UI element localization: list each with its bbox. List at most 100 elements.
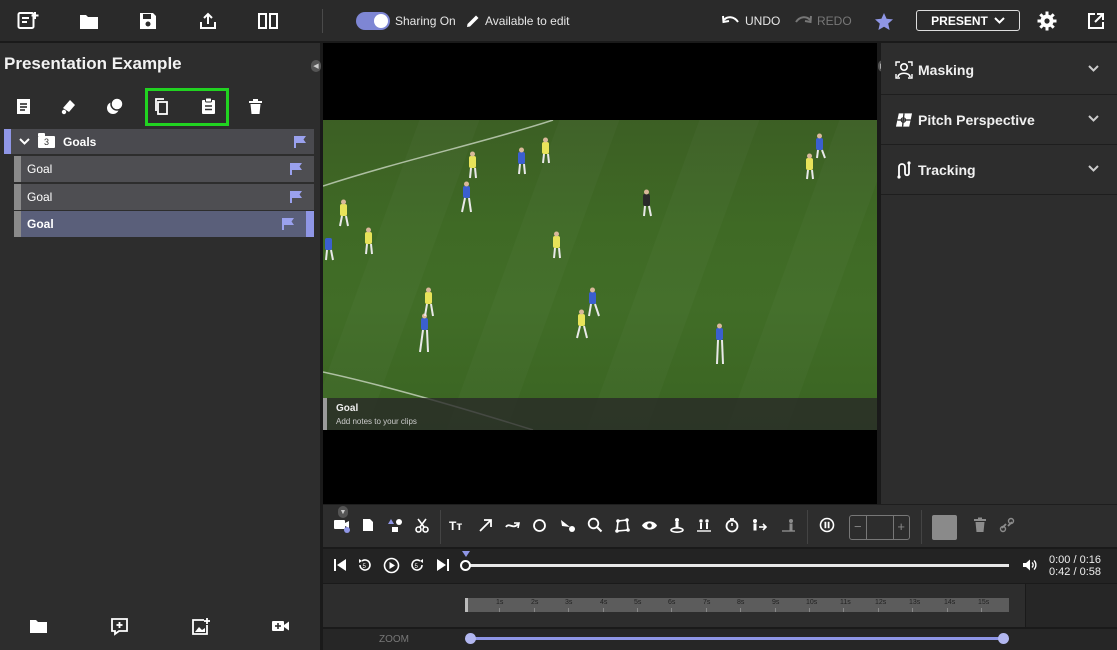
timeline-side-panel xyxy=(1025,584,1117,627)
add-image-icon[interactable] xyxy=(189,615,211,637)
toolbar-separator xyxy=(322,9,323,33)
folder-icon[interactable] xyxy=(27,615,49,637)
timeline-tick-label: 11s xyxy=(840,599,851,606)
note-icon[interactable] xyxy=(357,514,379,536)
player-move-tool-icon[interactable] xyxy=(748,514,770,536)
shapes-icon[interactable] xyxy=(384,514,406,536)
total-time-readout: 0:42 / 0:58 xyxy=(1049,566,1101,578)
undo-button[interactable]: UNDO xyxy=(745,14,780,28)
spotlight-tool-icon[interactable] xyxy=(557,514,579,536)
clip-item[interactable]: Goal xyxy=(14,156,314,182)
sharing-toggle[interactable] xyxy=(356,12,390,30)
redo-button[interactable]: REDO xyxy=(817,14,852,28)
gear-icon[interactable] xyxy=(1035,9,1059,33)
accordion-label: Pitch Perspective xyxy=(918,112,1035,128)
present-button[interactable]: PRESENT xyxy=(916,10,1020,31)
timeline-tick xyxy=(637,608,638,612)
unlink-icon[interactable] xyxy=(996,514,1018,536)
timeline-tick-label: 2s xyxy=(531,599,539,606)
circle-tool-icon[interactable] xyxy=(529,514,551,536)
export-icon[interactable] xyxy=(196,9,220,33)
timeline-tick-label: 6s xyxy=(668,599,676,606)
chevron-down-icon[interactable] xyxy=(1088,115,1099,122)
delete-drawing-icon[interactable] xyxy=(969,514,991,536)
text-tool-icon[interactable]: Tт xyxy=(447,514,469,536)
clip-sequence-icon[interactable] xyxy=(331,514,353,536)
clip-item-selected[interactable]: Goal xyxy=(14,211,314,237)
flag-icon[interactable] xyxy=(281,217,295,231)
magnifier-tool-icon[interactable] xyxy=(584,514,606,536)
timeline-tick-label: 14s xyxy=(944,599,956,606)
video-frame[interactable] xyxy=(323,120,877,430)
svg-text:Tт: Tт xyxy=(449,519,462,532)
clip-group-goals[interactable]: 3 Goals xyxy=(4,129,314,154)
timeline-tick-label: 13s xyxy=(909,599,921,606)
flag-icon[interactable] xyxy=(289,190,303,204)
decrement-button[interactable]: − xyxy=(854,519,862,534)
accordion-tracking[interactable]: Tracking xyxy=(881,146,1117,195)
open-external-icon[interactable] xyxy=(1084,9,1108,33)
duration-input[interactable] xyxy=(866,516,894,539)
timeline-tick-label: 1s xyxy=(496,599,504,606)
trash-icon[interactable] xyxy=(244,95,266,117)
color-swatch[interactable] xyxy=(932,515,957,540)
player-highlight-tool-icon[interactable] xyxy=(777,514,799,536)
add-slide-icon[interactable] xyxy=(108,615,130,637)
play-icon[interactable] xyxy=(382,556,400,574)
timeline-tick xyxy=(809,608,810,612)
forward-5s-icon[interactable]: 5 xyxy=(408,556,426,574)
zoom-slider-end-handle[interactable] xyxy=(998,633,1009,644)
svg-text:5: 5 xyxy=(415,564,419,570)
timeline-tick-label: 4s xyxy=(600,599,608,606)
chevron-down-icon[interactable] xyxy=(19,138,30,145)
edit-status-label: Available to edit xyxy=(485,14,570,28)
accordion-masking[interactable]: Masking xyxy=(881,46,1117,95)
layers-icon[interactable] xyxy=(104,95,126,117)
zoom-label: ZOOM xyxy=(379,634,409,645)
notes-icon[interactable] xyxy=(12,95,34,117)
split-view-icon[interactable] xyxy=(256,9,280,33)
color-fill-icon[interactable] xyxy=(58,95,80,117)
timer-tool-icon[interactable] xyxy=(721,514,743,536)
timeline-tick xyxy=(568,608,569,612)
curved-arrow-tool-icon[interactable] xyxy=(502,514,524,536)
clip-item[interactable]: Goal xyxy=(14,184,314,210)
scrub-bar[interactable] xyxy=(465,564,1009,567)
zoom-slider-track[interactable] xyxy=(470,637,1004,640)
undo-icon[interactable] xyxy=(719,9,743,33)
chevron-down-icon[interactable] xyxy=(1088,65,1099,72)
polygon-tool-icon[interactable] xyxy=(611,514,633,536)
star-icon[interactable] xyxy=(872,9,896,33)
player-marker-tool-icon[interactable] xyxy=(666,514,688,536)
pause-icon[interactable] xyxy=(816,514,838,536)
rewind-5s-icon[interactable]: 5 xyxy=(356,556,374,574)
eye-icon[interactable] xyxy=(638,514,660,536)
accordion-label: Masking xyxy=(918,62,975,78)
redo-icon[interactable] xyxy=(791,9,815,33)
flag-icon[interactable] xyxy=(289,162,303,176)
open-folder-icon[interactable] xyxy=(77,9,101,33)
skip-next-icon[interactable] xyxy=(434,556,452,574)
timeline-tick xyxy=(740,608,741,612)
duration-stepper[interactable]: − + xyxy=(849,515,910,540)
timeline-tick xyxy=(499,608,500,612)
timeline-tick-label: 12s xyxy=(875,599,887,606)
accordion-pitch-perspective[interactable]: Pitch Perspective xyxy=(881,96,1117,145)
clip-notes-placeholder[interactable]: Add notes to your clips xyxy=(336,417,417,426)
volume-icon[interactable] xyxy=(1020,556,1038,574)
arrow-tool-icon[interactable] xyxy=(474,514,496,536)
skip-previous-icon[interactable] xyxy=(331,556,349,574)
add-video-icon[interactable] xyxy=(269,615,291,637)
collapse-left-panel-icon[interactable]: ◀ xyxy=(311,60,321,72)
chevron-down-icon[interactable] xyxy=(1088,165,1099,172)
scissors-icon[interactable] xyxy=(411,514,433,536)
zoom-slider-start-handle[interactable] xyxy=(465,633,476,644)
increment-button[interactable]: + xyxy=(897,519,905,534)
new-presentation-icon[interactable] xyxy=(16,9,40,33)
clip-notes-overlay[interactable]: Goal Add notes to your clips xyxy=(323,398,877,430)
scrub-handle[interactable] xyxy=(460,560,471,571)
player-link-tool-icon[interactable] xyxy=(693,514,715,536)
flag-icon[interactable] xyxy=(293,135,307,149)
timeline-ruler[interactable]: 1s 2s 3s 4s 5s 6s 7s 8s 9s 10s 11s 12s 13s 14s 15s xyxy=(465,598,1009,612)
save-icon[interactable] xyxy=(136,9,160,33)
